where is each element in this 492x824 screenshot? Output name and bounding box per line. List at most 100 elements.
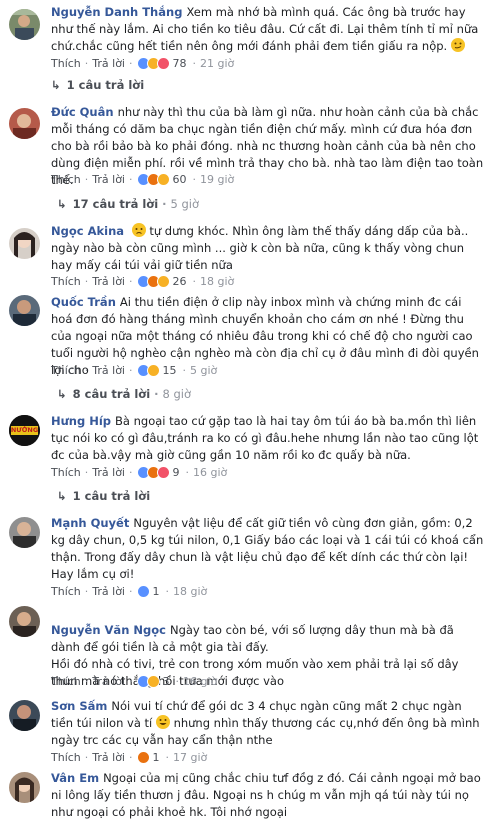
reactions-icons[interactable] xyxy=(136,173,170,186)
like-reaction-icon xyxy=(136,585,150,598)
comment-text: Bà ngoại tao cứ gặp tao là hai tay ôm tú… xyxy=(51,414,479,462)
reply-link[interactable]: Trả lời xyxy=(92,585,125,598)
avatar[interactable] xyxy=(9,772,40,803)
avatar-text: NƯỚNG xyxy=(10,426,39,434)
comment-body: Hưng Híp Bà ngoại tao cứ gặp tao là hai t… xyxy=(51,413,484,464)
sad-reaction-icon xyxy=(156,275,170,288)
comment-actions: Thích · Trả lời · 78 · 21 giờ xyxy=(51,57,235,70)
comment-body: Mạnh Quyết Nguyên vật liệu để cất giữ tiề… xyxy=(51,515,484,583)
replies-count: 8 câu trả lời xyxy=(72,387,151,401)
smirk-emoji-icon xyxy=(450,38,465,52)
comment-actions: Thích · Trả lời · 1 · 17 giờ xyxy=(51,751,208,764)
comment-actions: Thích · Trả lời · 60 · 19 giờ xyxy=(51,173,235,186)
like-link[interactable]: Thích xyxy=(51,57,81,70)
wow-reaction-icon xyxy=(156,173,170,186)
like-link[interactable]: Thích xyxy=(51,364,81,377)
reactions-icons[interactable] xyxy=(136,751,150,764)
comment-text: Ngoại của mị cũng chắc chiu tưf đồg z đó… xyxy=(51,771,481,819)
reply-link[interactable]: Trả lời xyxy=(92,751,125,764)
comment-time[interactable]: 19 giờ xyxy=(200,173,234,186)
like-link[interactable]: Thích xyxy=(51,751,81,764)
comment-author[interactable]: Đức Quân xyxy=(51,105,114,119)
reactions-icons[interactable] xyxy=(136,364,160,377)
comment-time[interactable]: 18 giờ xyxy=(173,585,207,598)
like-link[interactable]: Thích xyxy=(51,675,81,688)
reactions-icons[interactable] xyxy=(136,57,170,70)
reply-link[interactable]: Trả lời xyxy=(92,57,125,70)
comment-body: Ngọc Akina tự dưng khóc. Nhìn ông làm th… xyxy=(51,223,484,274)
reactions-icons[interactable] xyxy=(136,275,170,288)
comment-body: Sơn Sấm Nói vui tí chứ để gói dc 3 4 chục… xyxy=(51,698,484,749)
avatar[interactable] xyxy=(9,700,40,731)
comment-body: Vân Em Ngoại của mị cũng chắc chiu tưf đồ… xyxy=(51,770,484,821)
reaction-count[interactable]: 78 xyxy=(173,57,187,70)
avatar[interactable] xyxy=(9,228,40,259)
reply-link[interactable]: Trả lời xyxy=(92,364,125,377)
view-replies-link[interactable]: ↳ 1 câu trả lời xyxy=(51,78,144,92)
replies-count: 1 câu trả lời xyxy=(66,78,145,92)
love-reaction-icon xyxy=(156,466,170,479)
comment-actions: Thích · Trả lời · 1 · 18 giờ xyxy=(51,585,208,598)
like-link[interactable]: Thích xyxy=(51,275,81,288)
reply-arrow-icon: ↳ xyxy=(57,197,67,211)
comment-time[interactable]: 5 giờ xyxy=(190,364,217,377)
comment-author[interactable]: Vân Em xyxy=(51,771,99,785)
like-link[interactable]: Thích xyxy=(51,585,81,598)
view-replies-link[interactable]: ↳ 1 câu trả lời xyxy=(57,489,150,503)
reaction-count[interactable]: 15 xyxy=(163,364,177,377)
comment-author[interactable]: Hưng Híp xyxy=(51,414,111,428)
view-replies-link[interactable]: ↳ 8 câu trả lời · 8 giờ xyxy=(57,387,191,401)
reply-link[interactable]: Trả lời xyxy=(92,275,125,288)
reply-link[interactable]: Trả lời xyxy=(92,466,125,479)
reply-link[interactable]: Trả lời xyxy=(92,675,125,688)
replies-count: 17 câu trả lời xyxy=(72,197,159,211)
reply-arrow-icon: ↳ xyxy=(51,78,61,92)
avatar[interactable] xyxy=(9,108,40,139)
comment-actions: Thích · Trả lời · 26 · 18 giờ xyxy=(51,275,235,288)
reaction-count[interactable]: 60 xyxy=(173,173,187,186)
avatar[interactable] xyxy=(9,295,40,326)
comment-author[interactable]: Nguyễn Danh Thắng xyxy=(51,5,182,19)
reaction-count[interactable]: 9 xyxy=(173,466,180,479)
comment-time[interactable]: 18 giờ xyxy=(200,275,234,288)
haha-reaction-icon xyxy=(146,364,160,377)
like-link[interactable]: Thích xyxy=(51,466,81,479)
comment-author[interactable]: Nguyễn Văn Ngọc xyxy=(51,623,166,637)
avatar[interactable] xyxy=(9,9,40,40)
reaction-count[interactable]: 26 xyxy=(173,275,187,288)
comment-time[interactable]: 16 giờ xyxy=(193,466,227,479)
comment-time[interactable]: 16 giờ xyxy=(183,675,217,688)
comment-actions: Thích · Trả lời · 3 · 16 giờ xyxy=(51,675,218,688)
grin-emoji-icon xyxy=(155,715,170,729)
replies-time: 8 giờ xyxy=(162,387,192,401)
angry-reaction-icon xyxy=(136,751,150,764)
avatar[interactable] xyxy=(9,606,40,637)
reaction-count[interactable]: 1 xyxy=(153,585,160,598)
reply-arrow-icon: ↳ xyxy=(57,489,67,503)
comment-author[interactable]: Mạnh Quyết xyxy=(51,516,129,530)
avatar[interactable]: NƯỚNG xyxy=(9,415,40,446)
comment-time[interactable]: 17 giờ xyxy=(173,751,207,764)
view-replies-link[interactable]: ↳ 17 câu trả lời · 5 giờ xyxy=(57,197,199,211)
comment-time[interactable]: 21 giờ xyxy=(200,57,234,70)
comment-author[interactable]: Quốc Trần xyxy=(51,295,116,309)
reaction-count[interactable]: 3 xyxy=(163,675,170,688)
comment-author[interactable]: Ngọc Akina xyxy=(51,224,124,238)
comment-actions: Thích · Trả lời · 9 · 16 giờ xyxy=(51,466,228,479)
avatar[interactable] xyxy=(9,517,40,548)
reactions-icons[interactable] xyxy=(136,675,160,688)
sad-emoji-icon xyxy=(131,223,146,237)
reaction-count[interactable]: 1 xyxy=(153,751,160,764)
replies-count: 1 câu trả lời xyxy=(72,489,151,503)
love-reaction-icon xyxy=(156,57,170,70)
like-link[interactable]: Thích xyxy=(51,173,81,186)
reactions-icons[interactable] xyxy=(136,466,170,479)
comment-body: Nguyễn Danh Thắng Xem mà nhớ bà mình quá.… xyxy=(51,4,484,55)
reply-arrow-icon: ↳ xyxy=(57,387,67,401)
reply-link[interactable]: Trả lời xyxy=(92,173,125,186)
replies-time: 5 giờ xyxy=(170,197,200,211)
comment-actions: Thích · Trả lời · 15 · 5 giờ xyxy=(51,364,218,377)
haha-reaction-icon xyxy=(146,675,160,688)
reactions-icons[interactable] xyxy=(136,585,150,598)
comment-author[interactable]: Sơn Sấm xyxy=(51,699,107,713)
